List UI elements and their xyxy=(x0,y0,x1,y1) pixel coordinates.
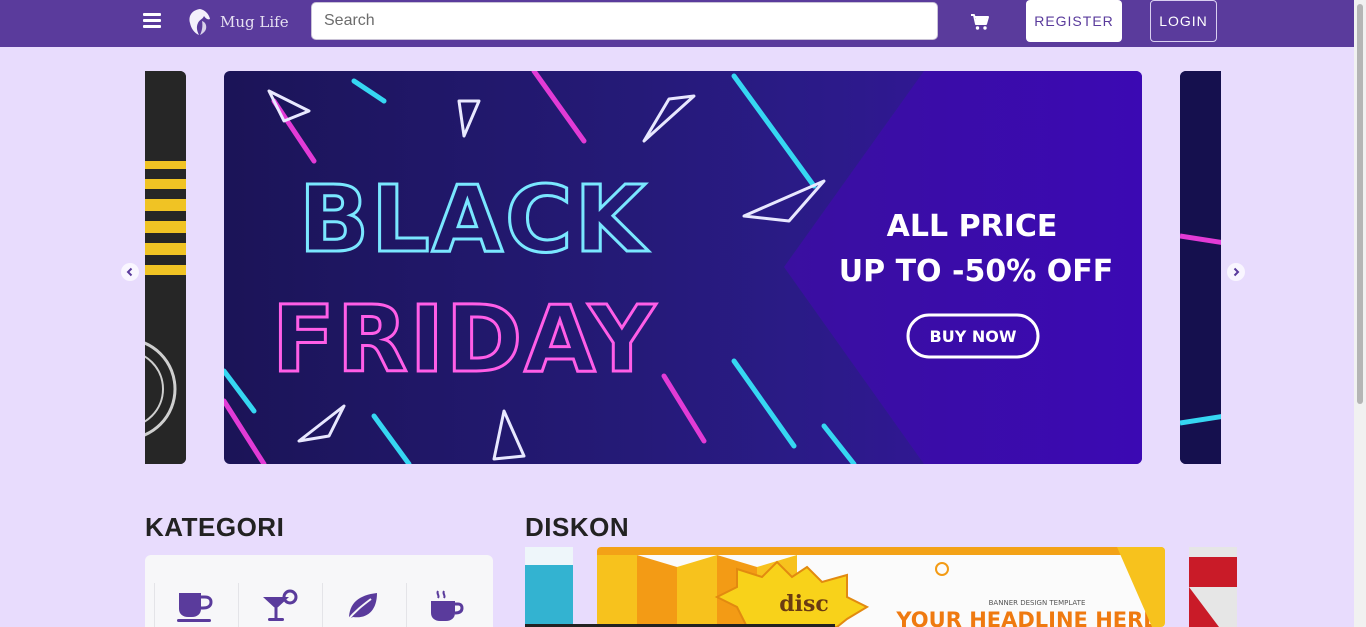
carousel-next-button[interactable] xyxy=(1227,263,1245,281)
banner-offer-line-1: ALL PRICE xyxy=(887,209,1058,244)
banner-headline-black: BLACK xyxy=(299,166,649,273)
search-input[interactable] xyxy=(311,2,938,40)
brand-name: Mug Life xyxy=(220,13,289,31)
diskon-prev-graphic xyxy=(525,547,573,627)
kategori-title: KATEGORI xyxy=(145,512,285,542)
carousel-slide-black-friday[interactable]: BLACK FRIDAY ALL PRICE UP TO -50% OFF BU… xyxy=(224,71,1142,464)
page-scrollbar[interactable] xyxy=(1354,0,1366,627)
lion-logo-icon xyxy=(189,9,210,35)
cocktail-glass-icon xyxy=(262,589,297,621)
category-tea-leaf[interactable] xyxy=(322,583,402,627)
diskon-slide-next[interactable] xyxy=(1189,547,1237,627)
category-cocktail[interactable] xyxy=(238,583,318,627)
diskon-carousel: disc BANNER DESIGN TEMPLATE YOUR HEADLIN… xyxy=(525,547,1237,627)
diskon-slide-prev[interactable] xyxy=(525,547,573,627)
next-slide-graphic xyxy=(1180,71,1221,464)
chevron-right-icon xyxy=(1233,267,1240,277)
brand[interactable]: Mug Life xyxy=(186,7,289,37)
banner-offer-line-2: UP TO -50% OFF xyxy=(839,254,1113,289)
category-hot-drink[interactable] xyxy=(406,583,486,627)
black-friday-banner: BLACK FRIDAY ALL PRICE UP TO -50% OFF BU… xyxy=(224,71,1142,464)
category-mug[interactable] xyxy=(154,583,234,627)
diskon-title: DISKON xyxy=(525,512,630,542)
diskon-banner-headline: YOUR HEADLINE HERE xyxy=(895,608,1157,627)
carousel-prev-button[interactable] xyxy=(121,263,139,281)
banner-carousel: BLACK FRIDAY ALL PRICE UP TO -50% OFF BU… xyxy=(145,71,1221,464)
diskon-badge-text: disc xyxy=(779,591,829,617)
kategori-panel xyxy=(145,555,493,627)
leaf-icon xyxy=(345,593,377,622)
chevron-left-icon xyxy=(126,267,133,277)
diskon-slide-main[interactable]: disc BANNER DESIGN TEMPLATE YOUR HEADLIN… xyxy=(597,547,1165,627)
coffee-mug-icon xyxy=(176,593,213,622)
carousel-slide-next[interactable] xyxy=(1180,71,1221,464)
diskon-next-graphic xyxy=(1189,547,1237,627)
register-button[interactable]: REGISTER xyxy=(1026,0,1122,42)
prev-slide-graphic xyxy=(145,71,186,464)
hamburger-menu-icon[interactable] xyxy=(143,13,161,29)
shopping-cart-icon[interactable] xyxy=(970,12,990,32)
banner-buy-now-text: BUY NOW xyxy=(930,327,1017,346)
banner-headline-friday: FRIDAY xyxy=(272,286,657,393)
carousel-slide-prev[interactable] xyxy=(145,71,186,464)
login-button[interactable]: LOGIN xyxy=(1150,0,1217,42)
top-navbar: Mug Life REGISTER LOGIN xyxy=(0,0,1354,47)
hot-cup-icon xyxy=(430,590,464,621)
scrollbar-thumb[interactable] xyxy=(1357,4,1363,404)
diskon-banner-sub: BANNER DESIGN TEMPLATE xyxy=(989,599,1086,607)
diskon-banner-graphic: disc BANNER DESIGN TEMPLATE YOUR HEADLIN… xyxy=(597,547,1165,627)
